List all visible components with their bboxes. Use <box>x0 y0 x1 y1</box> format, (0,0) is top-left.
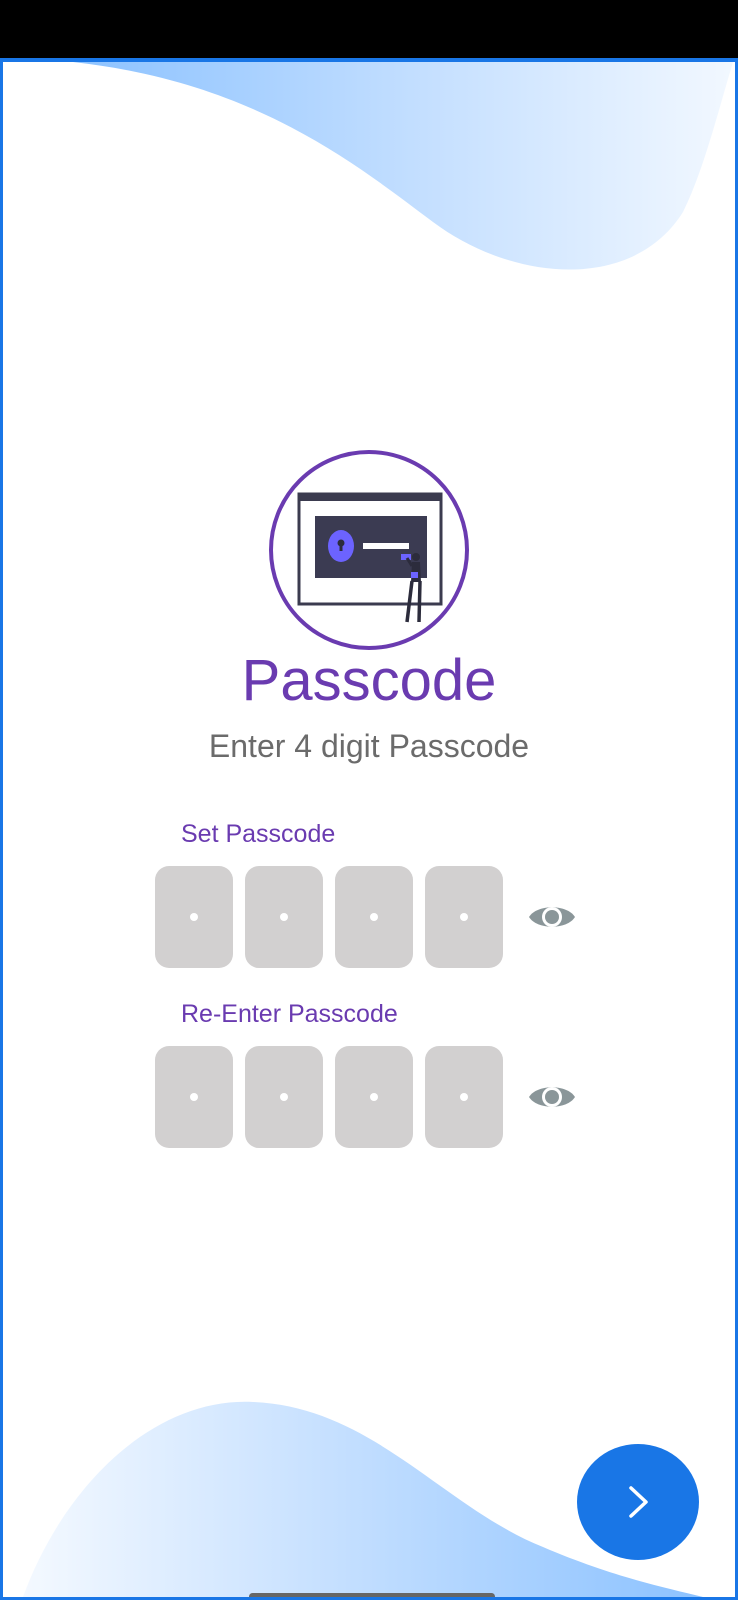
page-subtitle: Enter 4 digit Passcode <box>208 728 530 764</box>
pin-dot <box>460 1093 468 1101</box>
pin-dot <box>370 913 378 921</box>
pin-dot <box>280 913 288 921</box>
reenter-passcode-label: Re-Enter Passcode <box>181 1000 398 1028</box>
passcode-illustration <box>269 450 469 650</box>
pin-dot <box>190 913 198 921</box>
set-passcode-inputs <box>155 866 503 968</box>
status-bar <box>0 0 738 58</box>
reenter-passcode-inputs <box>155 1046 503 1148</box>
pin-dot <box>460 913 468 921</box>
set-passcode-digit-4[interactable] <box>425 866 503 968</box>
reenter-passcode-digit-3[interactable] <box>335 1046 413 1148</box>
pin-dot <box>190 1093 198 1101</box>
next-button[interactable] <box>577 1444 699 1560</box>
reenter-passcode-digit-2[interactable] <box>245 1046 323 1148</box>
pin-dot <box>370 1093 378 1101</box>
lock-screen-illustration-icon <box>297 492 443 623</box>
top-wave-decoration <box>73 62 733 270</box>
reenter-passcode-digit-4[interactable] <box>425 1046 503 1148</box>
set-passcode-label: Set Passcode <box>181 820 336 848</box>
eye-icon[interactable] <box>527 899 577 935</box>
set-passcode-digit-2[interactable] <box>245 866 323 968</box>
set-passcode-digit-3[interactable] <box>335 866 413 968</box>
home-indicator <box>249 1593 495 1597</box>
passcode-screen: Passcode Enter 4 digit Passcode Set Pass… <box>0 58 738 1600</box>
eye-icon[interactable] <box>527 1079 577 1115</box>
reenter-passcode-digit-1[interactable] <box>155 1046 233 1148</box>
set-passcode-digit-1[interactable] <box>155 866 233 968</box>
pin-dot <box>280 1093 288 1101</box>
chevron-right-icon <box>629 1486 648 1518</box>
page-title: Passcode <box>241 648 497 713</box>
